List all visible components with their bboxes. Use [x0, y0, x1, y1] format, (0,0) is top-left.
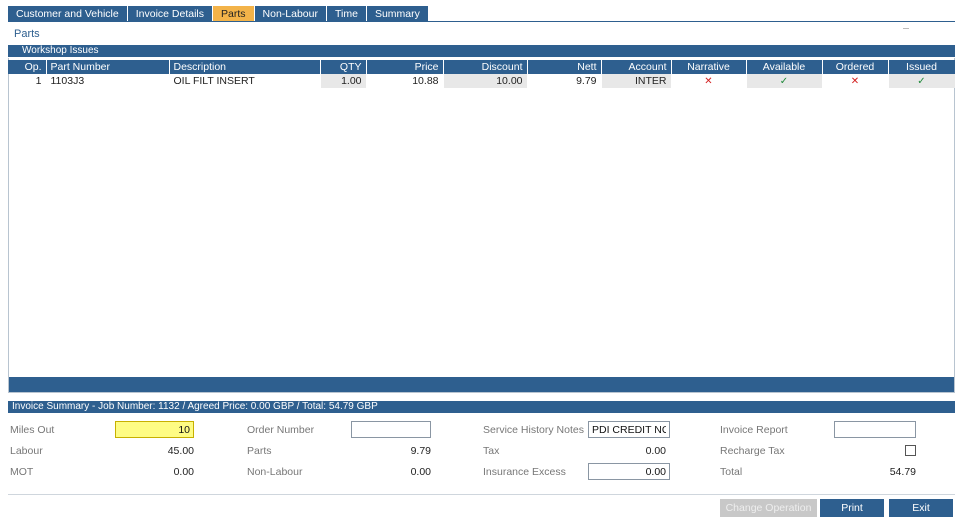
tab-bar: Customer and Vehicle Invoice Details Par… — [8, 6, 429, 22]
invoice-report-label: Invoice Report — [720, 424, 788, 436]
tick-icon: ✓ — [779, 76, 789, 87]
col-account[interactable]: Account — [601, 60, 672, 74]
cell-discount: 10.00 — [443, 74, 528, 88]
cell-price: 10.88 — [366, 74, 444, 88]
cell-description: OIL FILT INSERT — [169, 74, 321, 88]
exit-button[interactable]: Exit — [889, 499, 953, 517]
parts-table: Op. Part Number Description QTY Price Di… — [8, 60, 956, 88]
recharge-tax-label: Recharge Tax — [720, 445, 785, 457]
parts-value: 9.79 — [410, 445, 431, 457]
tax-value: 0.00 — [645, 445, 666, 457]
col-part-number[interactable]: Part Number — [46, 60, 170, 74]
miles-out-label: Miles Out — [10, 424, 55, 436]
order-number-input[interactable] — [351, 421, 431, 438]
cell-qty: 1.00 — [320, 74, 367, 88]
tab-parts[interactable]: Parts — [213, 6, 254, 22]
invoice-summary-panel: Miles Out Order Number Service History N… — [8, 412, 955, 494]
col-issued[interactable]: Issued — [888, 60, 956, 74]
service-history-notes-label: Service History Notes — [483, 424, 584, 436]
section-title: Parts — [14, 28, 40, 40]
cell-available: ✓ — [746, 74, 823, 88]
col-nett[interactable]: Nett — [527, 60, 602, 74]
col-discount[interactable]: Discount — [443, 60, 528, 74]
tax-label: Tax — [483, 445, 500, 457]
tab-non-labour[interactable]: Non-Labour — [254, 6, 326, 22]
cell-part-number: 1103J3 — [46, 74, 170, 88]
labour-value: 45.00 — [167, 445, 194, 457]
insurance-excess-label: Insurance Excess — [483, 466, 566, 478]
tab-customer-and-vehicle[interactable]: Customer and Vehicle — [8, 6, 127, 22]
cell-account: INTER — [601, 74, 672, 88]
col-qty[interactable]: QTY — [320, 60, 367, 74]
cell-ordered: ✕ — [822, 74, 889, 88]
table-header-row: Op. Part Number Description QTY Price Di… — [8, 60, 956, 74]
non-labour-value: 0.00 — [410, 466, 431, 478]
cross-icon: ✕ — [850, 76, 860, 87]
col-available[interactable]: Available — [746, 60, 823, 74]
cell-nett: 9.79 — [527, 74, 602, 88]
print-button[interactable]: Print — [820, 499, 884, 517]
col-price[interactable]: Price — [366, 60, 444, 74]
order-number-label: Order Number — [247, 424, 315, 436]
col-narrative[interactable]: Narrative — [671, 60, 747, 74]
invoice-report-input[interactable] — [834, 421, 916, 438]
tab-summary[interactable]: Summary — [366, 6, 428, 22]
cell-narrative: ✕ — [671, 74, 747, 88]
tab-time[interactable]: Time — [326, 6, 366, 22]
parts-label: Parts — [247, 445, 272, 457]
tab-invoice-details[interactable]: Invoice Details — [127, 6, 213, 22]
labour-label: Labour — [10, 445, 43, 457]
workshop-issues-header: Workshop Issues — [8, 45, 955, 57]
cross-icon: ✕ — [704, 76, 713, 87]
cell-issued: ✓ — [888, 74, 956, 88]
insurance-excess-input[interactable] — [588, 463, 670, 480]
mot-label: MOT — [10, 466, 34, 478]
table-row[interactable]: 1 1103J3 OIL FILT INSERT 1.00 10.88 10.0… — [8, 74, 956, 88]
parts-grid — [8, 58, 955, 393]
non-labour-label: Non-Labour — [247, 466, 303, 478]
grid-footer-bar — [9, 377, 954, 392]
recharge-tax-checkbox[interactable] — [905, 445, 916, 456]
total-value: 54.79 — [889, 466, 916, 478]
mot-value: 0.00 — [173, 466, 194, 478]
minimize-icon[interactable] — [903, 28, 909, 31]
cell-op: 1 — [8, 74, 47, 88]
col-op[interactable]: Op. — [8, 60, 47, 74]
col-ordered[interactable]: Ordered — [822, 60, 889, 74]
change-operation-button[interactable]: Change Operation — [720, 499, 817, 517]
tick-icon: ✓ — [917, 76, 926, 87]
miles-out-input[interactable] — [115, 421, 194, 438]
col-description[interactable]: Description — [169, 60, 321, 74]
total-label: Total — [720, 466, 743, 478]
tab-underline — [8, 21, 955, 22]
service-history-notes-input[interactable] — [588, 421, 670, 438]
footer-divider — [8, 494, 955, 495]
